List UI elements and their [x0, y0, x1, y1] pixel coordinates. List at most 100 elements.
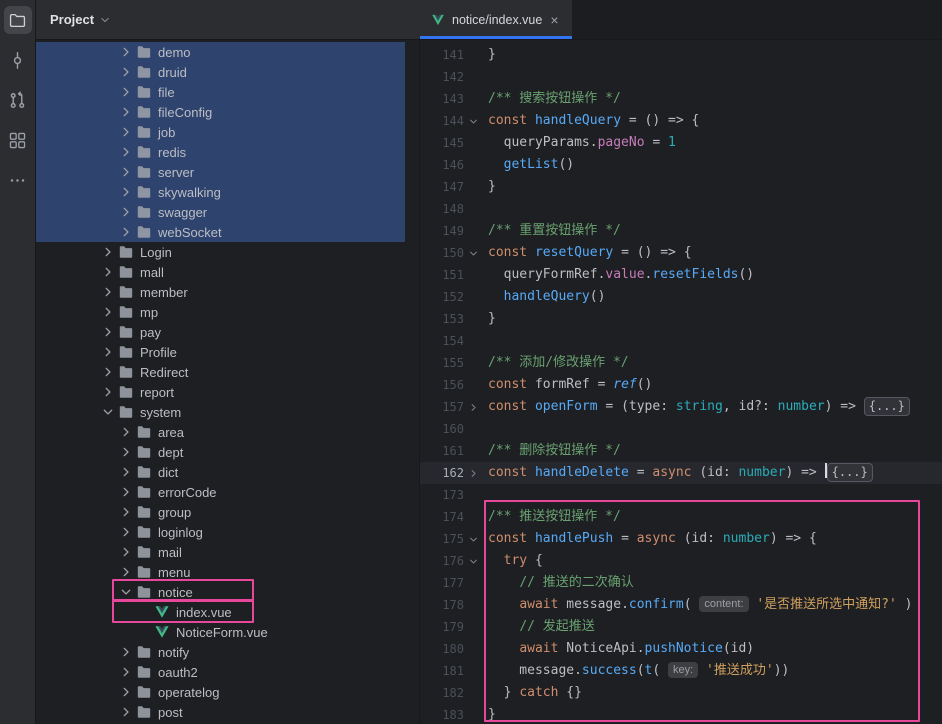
chevron-right-icon[interactable] [118, 124, 134, 140]
code-line-147[interactable]: 147} [420, 176, 942, 198]
line-number[interactable]: 153 [420, 308, 464, 330]
line-number[interactable]: 180 [420, 638, 464, 660]
tree-item-file[interactable]: file [36, 82, 419, 102]
tree-item-redirect[interactable]: Redirect [36, 362, 419, 382]
fold-collapsed-icon[interactable] [464, 462, 482, 484]
tree-item-redis[interactable]: redis [36, 142, 419, 162]
code-line-144[interactable]: 144const handleQuery = () => { [420, 110, 942, 132]
code-line-179[interactable]: 179 // 发起推送 [420, 616, 942, 638]
code-line-149[interactable]: 149/** 重置按钮操作 */ [420, 220, 942, 242]
code-line-141[interactable]: 141} [420, 44, 942, 66]
tab-close-icon[interactable]: × [549, 13, 559, 27]
code-line-181[interactable]: 181 message.success(t( key: '推送成功')) [420, 660, 942, 682]
chevron-right-icon[interactable] [100, 304, 116, 320]
fold-expanded-icon[interactable] [464, 242, 482, 264]
tree-item-pay[interactable]: pay [36, 322, 419, 342]
line-number[interactable]: 156 [420, 374, 464, 396]
tree-item-errorcode[interactable]: errorCode [36, 482, 419, 502]
code-line-183[interactable]: 183} [420, 704, 942, 724]
chevron-down-icon[interactable] [118, 584, 134, 600]
code-line-162[interactable]: 162const handleDelete = async (id: numbe… [420, 462, 942, 484]
chevron-right-icon[interactable] [118, 204, 134, 220]
line-number[interactable]: 162 [420, 462, 464, 484]
chevron-right-icon[interactable] [100, 324, 116, 340]
tree-item-group[interactable]: group [36, 502, 419, 522]
folded-region[interactable]: {...} [864, 397, 910, 416]
chevron-right-icon[interactable] [118, 684, 134, 700]
tree-item-system[interactable]: system [36, 402, 419, 422]
code-line-182[interactable]: 182 } catch {} [420, 682, 942, 704]
fold-expanded-icon[interactable] [464, 528, 482, 550]
chevron-right-icon[interactable] [118, 224, 134, 240]
chevron-right-icon[interactable] [118, 164, 134, 180]
chevron-right-icon[interactable] [100, 284, 116, 300]
commit-tool-button[interactable] [4, 46, 32, 74]
chevron-right-icon[interactable] [118, 444, 134, 460]
chevron-right-icon[interactable] [100, 384, 116, 400]
tree-item-oauth2[interactable]: oauth2 [36, 662, 419, 682]
chevron-right-icon[interactable] [118, 504, 134, 520]
chevron-right-icon[interactable] [118, 64, 134, 80]
line-number[interactable]: 157 [420, 396, 464, 418]
code-line-145[interactable]: 145 queryParams.pageNo = 1 [420, 132, 942, 154]
line-number[interactable]: 155 [420, 352, 464, 374]
code-line-174[interactable]: 174/** 推送按钮操作 */ [420, 506, 942, 528]
line-number[interactable]: 148 [420, 198, 464, 220]
chevron-down-icon[interactable] [99, 14, 111, 26]
chevron-right-icon[interactable] [118, 524, 134, 540]
line-number[interactable]: 161 [420, 440, 464, 462]
tree-item-noticeform-vue[interactable]: NoticeForm.vue [36, 622, 419, 642]
code-line-154[interactable]: 154 [420, 330, 942, 352]
chevron-right-icon[interactable] [118, 544, 134, 560]
line-number[interactable]: 151 [420, 264, 464, 286]
chevron-right-icon[interactable] [118, 104, 134, 120]
line-number[interactable]: 179 [420, 616, 464, 638]
more-tool-button[interactable] [4, 166, 32, 194]
line-number[interactable]: 183 [420, 704, 464, 724]
chevron-right-icon[interactable] [118, 44, 134, 60]
tree-item-profile[interactable]: Profile [36, 342, 419, 362]
line-number[interactable]: 150 [420, 242, 464, 264]
tree-item-mail[interactable]: mail [36, 542, 419, 562]
tree-item-index-vue[interactable]: index.vue [36, 602, 419, 622]
line-number[interactable]: 147 [420, 176, 464, 198]
tab-notice-index-vue[interactable]: notice/index.vue × [420, 0, 572, 39]
line-number[interactable]: 173 [420, 484, 464, 506]
chevron-right-icon[interactable] [118, 184, 134, 200]
tree-item-post[interactable]: post [36, 702, 419, 722]
tree-item-websocket[interactable]: webSocket [36, 222, 419, 242]
chevron-right-icon[interactable] [100, 344, 116, 360]
tree-item-dept[interactable]: dept [36, 442, 419, 462]
chevron-right-icon[interactable] [118, 484, 134, 500]
line-number[interactable]: 152 [420, 286, 464, 308]
code-line-160[interactable]: 160 [420, 418, 942, 440]
tree-item-demo[interactable]: demo [36, 42, 419, 62]
tree-item-druid[interactable]: druid [36, 62, 419, 82]
code-line-146[interactable]: 146 getList() [420, 154, 942, 176]
tree-item-member[interactable]: member [36, 282, 419, 302]
pull-requests-tool-button[interactable] [4, 86, 32, 114]
code-line-143[interactable]: 143/** 搜索按钮操作 */ [420, 88, 942, 110]
chevron-right-icon[interactable] [118, 84, 134, 100]
tree-item-fileconfig[interactable]: fileConfig [36, 102, 419, 122]
line-number[interactable]: 176 [420, 550, 464, 572]
line-number[interactable]: 141 [420, 44, 464, 66]
chevron-right-icon[interactable] [100, 364, 116, 380]
line-number[interactable]: 154 [420, 330, 464, 352]
line-number[interactable]: 145 [420, 132, 464, 154]
chevron-right-icon[interactable] [118, 664, 134, 680]
code-line-178[interactable]: 178 await message.confirm( content: '是否推… [420, 594, 942, 616]
tree-item-area[interactable]: area [36, 422, 419, 442]
code-line-177[interactable]: 177 // 推送的二次确认 [420, 572, 942, 594]
tree-item-job[interactable]: job [36, 122, 419, 142]
line-number[interactable]: 174 [420, 506, 464, 528]
tree-item-operatelog[interactable]: operatelog [36, 682, 419, 702]
code-line-150[interactable]: 150const resetQuery = () => { [420, 242, 942, 264]
code-line-152[interactable]: 152 handleQuery() [420, 286, 942, 308]
code-line-173[interactable]: 173 [420, 484, 942, 506]
line-number[interactable]: 175 [420, 528, 464, 550]
line-number[interactable]: 178 [420, 594, 464, 616]
chevron-right-icon[interactable] [118, 464, 134, 480]
code-line-148[interactable]: 148 [420, 198, 942, 220]
project-tool-button[interactable] [4, 6, 32, 34]
